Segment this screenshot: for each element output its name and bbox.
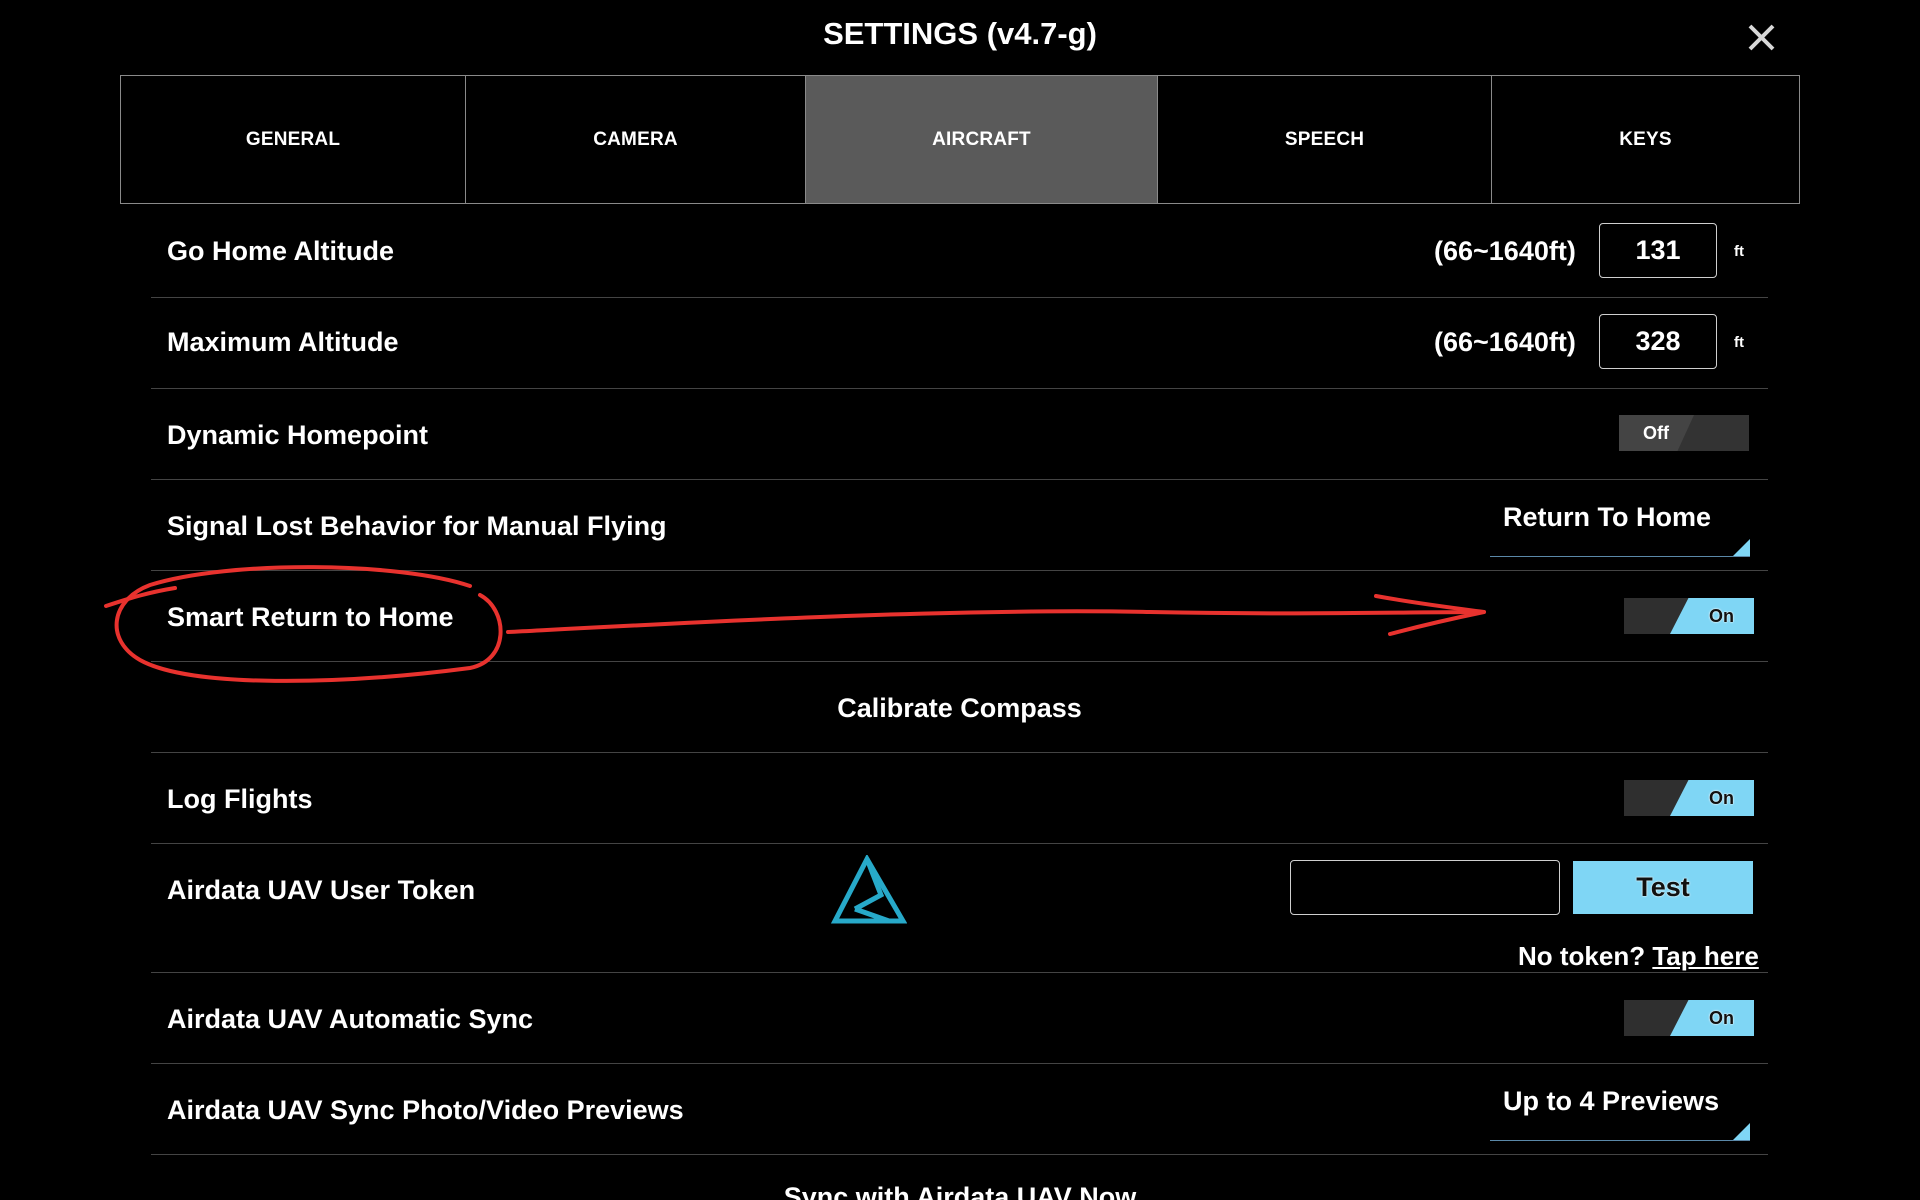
toggle-state-text: On xyxy=(1709,606,1734,626)
maximum-altitude-input[interactable] xyxy=(1599,314,1717,369)
log-flights-label: Log Flights xyxy=(167,784,313,814)
no-token-hint: No token? Tap here xyxy=(1518,941,1759,972)
toggle-state-text: On xyxy=(1709,1008,1734,1028)
smart-return-to-home-label: Smart Return to Home xyxy=(167,602,454,632)
dropdown-corner-icon xyxy=(1733,539,1750,556)
log-flights-row: Log Flights On xyxy=(151,752,1768,844)
airdata-previews-label: Airdata UAV Sync Photo/Video Previews xyxy=(167,1095,684,1125)
airdata-token-label: Airdata UAV User Token xyxy=(167,875,476,905)
toggle-state-text: Off xyxy=(1643,423,1669,443)
tap-here-link[interactable]: Tap here xyxy=(1652,941,1758,971)
dynamic-homepoint-row: Dynamic Homepoint Off xyxy=(151,388,1768,480)
tab-keys[interactable]: KEYS xyxy=(1491,75,1800,204)
test-token-button[interactable]: Test xyxy=(1573,861,1753,914)
go-home-altitude-input[interactable] xyxy=(1599,223,1717,278)
dropdown-corner-icon xyxy=(1733,1123,1750,1140)
settings-tabs: GENERAL CAMERA AIRCRAFT SPEECH KEYS xyxy=(120,75,1800,206)
dynamic-homepoint-toggle[interactable]: Off xyxy=(1619,415,1749,451)
airdata-previews-dropdown[interactable]: Up to 4 Previews xyxy=(1490,1078,1750,1141)
airdata-token-input[interactable] xyxy=(1290,860,1560,915)
airdata-token-row: Airdata UAV User Token Test No token? Ta… xyxy=(151,843,1768,973)
maximum-altitude-label: Maximum Altitude xyxy=(167,327,399,357)
airdata-logo-icon xyxy=(830,855,907,924)
toggle-state-text: On xyxy=(1709,788,1734,808)
maximum-altitude-unit: ft xyxy=(1734,334,1744,351)
tab-camera[interactable]: CAMERA xyxy=(465,75,806,204)
signal-lost-behavior-row: Signal Lost Behavior for Manual Flying R… xyxy=(151,479,1768,571)
calibrate-compass-row: Calibrate Compass xyxy=(151,661,1768,753)
dynamic-homepoint-label: Dynamic Homepoint xyxy=(167,420,429,450)
tab-general[interactable]: GENERAL xyxy=(120,75,466,204)
smart-return-to-home-row: Smart Return to Home On xyxy=(151,570,1768,662)
close-icon xyxy=(1748,24,1775,51)
dropdown-value: Return To Home xyxy=(1503,502,1711,532)
go-home-altitude-row: Go Home Altitude (66~1640ft) ft xyxy=(151,206,1768,298)
airdata-auto-sync-row: Airdata UAV Automatic Sync On xyxy=(151,972,1768,1064)
page-title: SETTINGS (v4.7-g) xyxy=(823,16,1097,51)
log-flights-toggle[interactable]: On xyxy=(1624,780,1754,816)
go-home-altitude-range: (66~1640ft) xyxy=(1434,236,1576,266)
go-home-altitude-label: Go Home Altitude xyxy=(167,236,394,266)
calibrate-compass-button[interactable]: Calibrate Compass xyxy=(151,693,1768,724)
go-home-altitude-unit: ft xyxy=(1734,243,1744,260)
close-button[interactable] xyxy=(1740,16,1782,58)
airdata-auto-sync-label: Airdata UAV Automatic Sync xyxy=(167,1004,534,1034)
dropdown-value: Up to 4 Previews xyxy=(1503,1086,1720,1116)
maximum-altitude-row: Maximum Altitude (66~1640ft) ft xyxy=(151,297,1768,389)
airdata-auto-sync-toggle[interactable]: On xyxy=(1624,1000,1754,1036)
sync-now-button[interactable]: Sync with Airdata UAV Now xyxy=(0,1182,1920,1200)
signal-lost-behavior-label: Signal Lost Behavior for Manual Flying xyxy=(167,511,667,541)
airdata-previews-row: Airdata UAV Sync Photo/Video Previews Up… xyxy=(151,1063,1768,1155)
settings-screen: SETTINGS (v4.7-g) GENERAL CAMERA AIRCRAF… xyxy=(0,0,1920,1200)
tab-speech[interactable]: SPEECH xyxy=(1157,75,1492,204)
smart-return-to-home-toggle[interactable]: On xyxy=(1624,598,1754,634)
tab-aircraft[interactable]: AIRCRAFT xyxy=(805,75,1158,204)
signal-lost-behavior-dropdown[interactable]: Return To Home xyxy=(1490,494,1750,557)
maximum-altitude-range: (66~1640ft) xyxy=(1434,327,1576,357)
no-token-text: No token? xyxy=(1518,941,1646,971)
